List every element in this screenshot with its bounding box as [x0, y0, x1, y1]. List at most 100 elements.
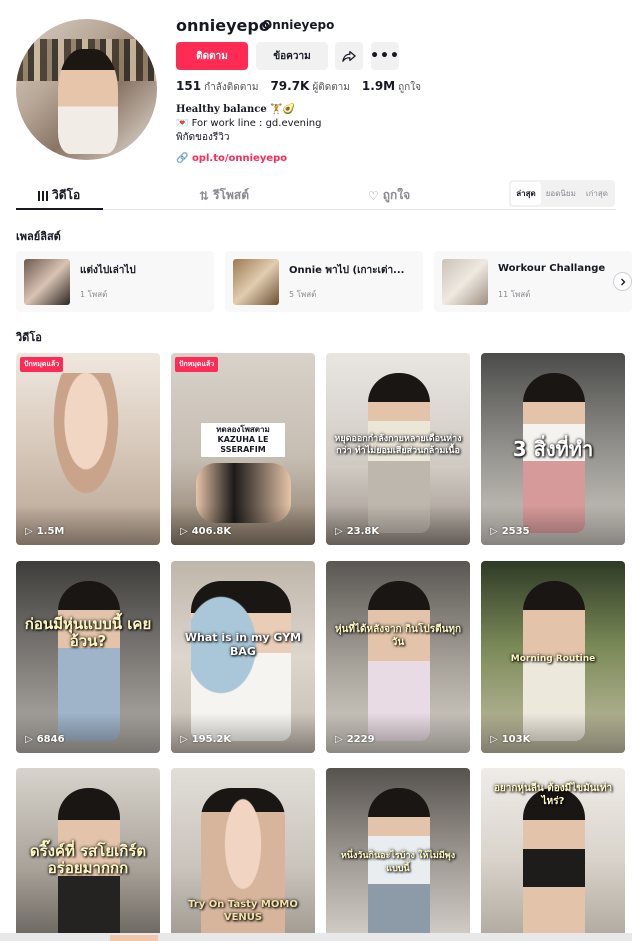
- avatar-figure: [58, 49, 118, 154]
- playlist-count: 11 โพสต์: [498, 290, 531, 299]
- stat-followers[interactable]: 79.7K ผู้ติดตาม: [270, 79, 349, 95]
- playlist-next-button[interactable]: [613, 272, 632, 291]
- bio-line: 💌 For work line : gd.evening: [176, 118, 322, 129]
- video-views: ▷ 1.5M: [25, 526, 65, 537]
- sort-popular[interactable]: ยอดนิยม: [541, 182, 581, 205]
- playlist-card[interactable]: Workour Challange 11 โพสต์: [434, 251, 632, 312]
- video-card[interactable]: หุ่นที่ได้หลังจาก กินโปรตีนทุกวัน ▷ 2229: [326, 561, 470, 753]
- play-icon: ▷: [490, 526, 498, 537]
- video-caption: ทดลองโพสตาม KAZUHA LE SSERAFIM: [201, 423, 285, 457]
- pinned-badge: ปักหมุดแล้ว: [20, 357, 64, 372]
- repost-icon: ⇅: [199, 188, 210, 203]
- playlist-thumbnail: [233, 259, 279, 305]
- profile-bio: Healthy balance 🏋️🥑 💌 For work line : gd…: [176, 103, 321, 145]
- video-card[interactable]: หนึ่งวันกินอะไรบ้าง ให้ไม่มีพุงแบบนี้: [326, 768, 470, 933]
- video-card[interactable]: ปักหมุดแล้ว ทดลองโพสตาม KAZUHA LE SSERAF…: [171, 353, 315, 545]
- play-icon: ▷: [335, 526, 343, 537]
- sort-oldest[interactable]: เก่าสุด: [581, 182, 613, 205]
- video-shade: [16, 505, 160, 545]
- profile-tabs: วิดีโอ ⇅ รีโพสต์ ♡ ถูกใจ ล่าสุด ยอดนิยม …: [16, 180, 616, 210]
- profile-avatar[interactable]: [16, 19, 157, 160]
- play-icon: ▷: [180, 526, 188, 537]
- video-card[interactable]: Try On Tasty MOMO VENUS: [171, 768, 315, 933]
- video-shade: [481, 713, 625, 753]
- video-shade: [171, 713, 315, 753]
- share-icon: [342, 51, 356, 62]
- video-card[interactable]: 3 สิ่งที่ทำ ▷ 2535: [481, 353, 625, 545]
- video-shade: [171, 505, 315, 545]
- grid-icon: [38, 190, 48, 201]
- more-icon: •••: [370, 48, 400, 64]
- play-icon: ▷: [335, 734, 343, 745]
- play-icon: ▷: [25, 734, 33, 745]
- tab-liked[interactable]: ♡ ถูกใจ: [368, 186, 410, 205]
- video-caption: 3 สิ่งที่ทำ: [512, 437, 594, 461]
- video-caption: ดริ๊งค์ที่ รสโยเกิร์ต อร่อยมากกก: [29, 842, 147, 877]
- stat-likes: 1.9M ถูกใจ: [361, 79, 421, 93]
- profile-nickname: Onnieyepo: [262, 18, 335, 32]
- profile-link[interactable]: 🔗 opl.to/onnieyepo: [176, 153, 287, 164]
- profile-stats: 151 กำลังติดตาม 79.7K ผู้ติดตาม 1.9M ถูกใจ: [176, 79, 421, 95]
- sort-toggle: ล่าสุด ยอดนิยม เก่าสุด: [509, 180, 615, 207]
- tab-indicator: [16, 208, 103, 210]
- playlist-count: 5 โพสต์: [289, 290, 317, 299]
- profile-link-text[interactable]: opl.to/onnieyepo: [192, 153, 287, 164]
- share-button[interactable]: [335, 42, 363, 70]
- horizontal-scrollbar[interactable]: [0, 933, 632, 941]
- video-views: ▷ 406.8K: [180, 526, 232, 537]
- video-caption: Try On Tasty MOMO VENUS: [188, 899, 298, 923]
- more-button[interactable]: •••: [370, 42, 400, 70]
- playlist-thumbnail: [442, 259, 488, 305]
- video-shade: [481, 505, 625, 545]
- video-views: ▷ 6846: [25, 734, 65, 745]
- video-caption: Morning Routine: [510, 654, 596, 664]
- video-caption: หนึ่งวันกินอะไรบ้าง ให้ไม่มีพุงแบบนี้: [340, 851, 456, 874]
- videos-heading: วิดีโอ: [16, 331, 42, 344]
- video-views: ▷ 2229: [335, 734, 375, 745]
- profile-username: onnieyepo: [176, 16, 270, 35]
- video-views: ▷ 23.8K: [335, 526, 380, 537]
- video-views: ▷ 103K: [490, 734, 531, 745]
- video-card[interactable]: ก่อนมีหุ่นแบบนี้ เคยอ้วน? ▷ 6846: [16, 561, 160, 753]
- pinned-badge: ปักหมุดแล้ว: [175, 357, 219, 372]
- playlist-name: Workour Challange: [498, 263, 606, 274]
- playlist-card[interactable]: แต่งไปเล่าไป 1 โพสต์: [16, 251, 214, 312]
- playlist-name: Onnie พาไป (เกาะเต่า...: [289, 265, 405, 276]
- video-card[interactable]: หยุดออกกำลังกายหลายเดือนห่างกว่า ทำไม่ยอ…: [326, 353, 470, 545]
- tab-videos[interactable]: วิดีโอ: [38, 186, 80, 205]
- play-icon: ▷: [25, 526, 33, 537]
- video-caption: อยากหุ่นลีน ต้องมีไขมันเท่าไหร่?: [493, 783, 613, 807]
- play-icon: ▷: [490, 734, 498, 745]
- follow-button[interactable]: ติดตาม: [176, 42, 248, 70]
- tab-reposts[interactable]: ⇅ รีโพสต์: [199, 186, 249, 205]
- playlist-card[interactable]: Onnie พาไป (เกาะเต่า... 5 โพสต์: [225, 251, 423, 312]
- message-button[interactable]: ข้อความ: [256, 42, 328, 70]
- video-caption: หยุดออกกำลังกายหลายเดือนห่างกว่า ทำไม่ยอ…: [334, 434, 462, 456]
- playlist-thumbnail: [24, 259, 70, 305]
- video-caption: หุ่นที่ได้หลังจาก กินโปรตีนทุกวัน: [334, 624, 462, 648]
- video-card[interactable]: อยากหุ่นลีน ต้องมีไขมันเท่าไหร่?: [481, 768, 625, 933]
- video-shade: [16, 713, 160, 753]
- playlist-count: 1 โพสต์: [80, 290, 108, 299]
- play-icon: ▷: [180, 734, 188, 745]
- bio-line: Healthy balance 🏋️🥑: [176, 104, 296, 115]
- playlists-heading: เพลย์ลิสต์: [16, 230, 61, 243]
- video-caption: ก่อนมีหุ่นแบบนี้ เคยอ้วน?: [24, 615, 152, 650]
- video-card[interactable]: Morning Routine ▷ 103K: [481, 561, 625, 753]
- video-caption: What is in my GYM BAG: [184, 631, 302, 658]
- video-shade: [326, 505, 470, 545]
- video-card[interactable]: What is in my GYM BAG ▷ 195.2K: [171, 561, 315, 753]
- stat-following[interactable]: 151 กำลังติดตาม: [176, 79, 258, 95]
- scrollbar-thumb[interactable]: [110, 935, 158, 941]
- video-card[interactable]: ปักหมุดแล้ว ▷ 1.5M: [16, 353, 160, 545]
- heart-icon: ♡: [368, 188, 379, 203]
- sort-latest[interactable]: ล่าสุด: [511, 182, 541, 205]
- chevron-right-icon: [620, 278, 625, 285]
- bio-line: พิกัดของรีวิว: [176, 132, 230, 143]
- playlist-name: แต่งไปเล่าไป: [80, 265, 136, 276]
- video-shade: [326, 713, 470, 753]
- video-views: ▷ 2535: [490, 526, 530, 537]
- video-views: ▷ 195.2K: [180, 734, 232, 745]
- link-icon: 🔗: [176, 153, 189, 164]
- video-card[interactable]: ดริ๊งค์ที่ รสโยเกิร์ต อร่อยมากกก: [16, 768, 160, 933]
